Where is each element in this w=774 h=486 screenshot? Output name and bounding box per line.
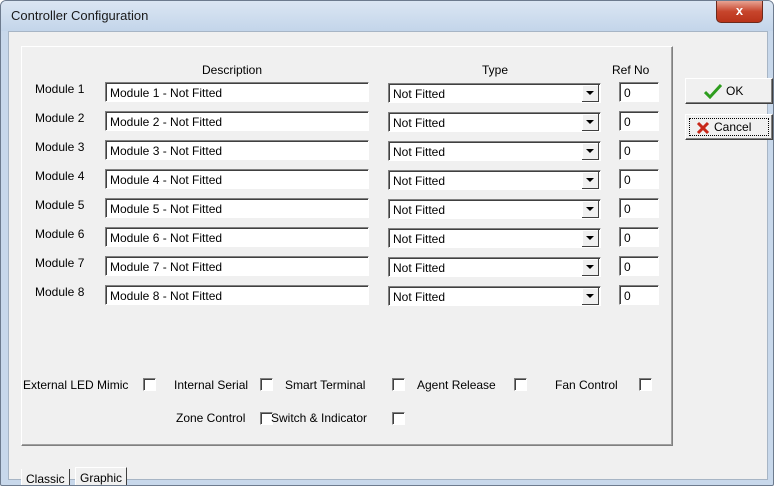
module-type-select[interactable]: Not Fitted	[388, 112, 601, 132]
module-ref-no-input[interactable]: 0	[619, 198, 659, 218]
module-type-select[interactable]: Not Fitted	[388, 286, 601, 306]
module-ref-no-input[interactable]: 0	[619, 111, 659, 131]
module-label: Module 1	[35, 82, 85, 96]
module-type-select[interactable]: Not Fitted	[388, 83, 601, 103]
close-icon: x	[735, 3, 744, 18]
module-type-value: Not Fitted	[393, 87, 446, 101]
cancel-button-label: Cancel	[714, 120, 752, 134]
module-description-input[interactable]: Module 7 - Not Fitted	[105, 256, 369, 276]
smart-terminal-label: Smart Terminal	[285, 378, 366, 392]
module-label: Module 2	[35, 111, 85, 125]
module-type-value: Not Fitted	[393, 203, 446, 217]
module-type-value: Not Fitted	[393, 290, 446, 304]
module-description-input[interactable]: Module 8 - Not Fitted	[105, 285, 369, 305]
switch-indicator-checkbox[interactable]	[392, 412, 405, 425]
module-ref-no-input[interactable]: 0	[619, 82, 659, 102]
module-description-input[interactable]: Module 2 - Not Fitted	[105, 111, 369, 131]
tab-graphic[interactable]: Graphic	[75, 467, 128, 485]
module-description-input[interactable]: Module 4 - Not Fitted	[105, 169, 369, 189]
dialog-client: Description Type Ref No Module 1 Module …	[8, 31, 773, 485]
module-label: Module 4	[35, 169, 85, 183]
chevron-down-icon[interactable]	[582, 259, 599, 276]
ok-button[interactable]: OK	[685, 78, 773, 104]
header-description: Description	[202, 63, 263, 77]
cancel-button[interactable]: Cancel	[685, 114, 773, 140]
tab-classic-label: Classic	[26, 472, 65, 486]
module-type-select[interactable]: Not Fitted	[388, 257, 601, 277]
tab-classic[interactable]: Classic	[21, 469, 70, 486]
module-type-value: Not Fitted	[393, 261, 446, 275]
agent-release-label: Agent Release	[417, 378, 496, 392]
window-title: Controller Configuration	[11, 8, 149, 23]
module-label: Module 6	[35, 227, 85, 241]
header-ref-no: Ref No	[612, 63, 650, 77]
agent-release-checkbox[interactable]	[514, 378, 527, 391]
check-icon	[704, 83, 722, 99]
internal-serial-label: Internal Serial	[174, 378, 249, 392]
chevron-down-icon[interactable]	[582, 201, 599, 218]
module-label: Module 7	[35, 256, 85, 270]
switch-indicator-label: Switch & Indicator	[271, 411, 368, 425]
dialog-window: Controller Configuration x Description T…	[0, 0, 774, 486]
x-icon	[696, 121, 710, 135]
module-type-value: Not Fitted	[393, 116, 446, 130]
chevron-down-icon[interactable]	[582, 143, 599, 160]
external-led-mimic-checkbox[interactable]	[143, 378, 156, 391]
external-led-mimic-label: External LED Mimic	[23, 378, 129, 392]
tab-graphic-label: Graphic	[80, 471, 123, 485]
module-type-value: Not Fitted	[393, 145, 446, 159]
ok-button-label: OK	[726, 84, 744, 98]
module-ref-no-input[interactable]: 0	[619, 140, 659, 160]
module-label: Module 8	[35, 285, 85, 299]
module-ref-no-input[interactable]: 0	[619, 227, 659, 247]
chevron-down-icon[interactable]	[582, 85, 599, 102]
header-type: Type	[482, 63, 509, 77]
module-label: Module 3	[35, 140, 85, 154]
module-type-value: Not Fitted	[393, 232, 446, 246]
module-type-select[interactable]: Not Fitted	[388, 228, 601, 248]
close-button[interactable]: x	[716, 1, 763, 23]
internal-serial-checkbox[interactable]	[260, 378, 273, 391]
fan-control-checkbox[interactable]	[639, 378, 652, 391]
module-ref-no-input[interactable]: 0	[619, 256, 659, 276]
fan-control-label: Fan Control	[555, 378, 618, 392]
module-type-select[interactable]: Not Fitted	[388, 141, 601, 161]
module-ref-no-input[interactable]: 0	[619, 169, 659, 189]
module-description-input[interactable]: Module 5 - Not Fitted	[105, 198, 369, 218]
chevron-down-icon[interactable]	[582, 288, 599, 305]
zone-control-label: Zone Control	[176, 411, 246, 425]
module-description-input[interactable]: Module 1 - Not Fitted	[105, 82, 369, 102]
module-description-input[interactable]: Module 6 - Not Fitted	[105, 227, 369, 247]
chevron-down-icon[interactable]	[582, 230, 599, 247]
smart-terminal-checkbox[interactable]	[392, 378, 405, 391]
module-description-input[interactable]: Module 3 - Not Fitted	[105, 140, 369, 160]
module-ref-no-input[interactable]: 0	[619, 285, 659, 305]
module-type-select[interactable]: Not Fitted	[388, 199, 601, 219]
title-bar: Controller Configuration x	[1, 1, 773, 31]
module-label: Module 5	[35, 198, 85, 212]
module-type-value: Not Fitted	[393, 174, 446, 188]
chevron-down-icon[interactable]	[582, 114, 599, 131]
module-type-select[interactable]: Not Fitted	[388, 170, 601, 190]
chevron-down-icon[interactable]	[582, 172, 599, 189]
